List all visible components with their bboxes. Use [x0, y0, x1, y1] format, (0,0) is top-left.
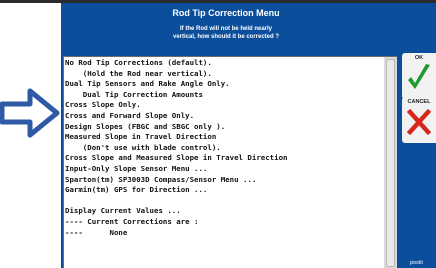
- menu-item-no-corrections[interactable]: No Rod Tip Corrections (default).: [65, 58, 383, 69]
- menu-item-slope-sensor-menu[interactable]: Input-Only Slope Sensor Menu ...: [65, 164, 383, 175]
- right-arrow-icon: [0, 88, 60, 138]
- menu-item-sparton-compass-menu[interactable]: Sparton(tm) SP3003D Compass/Sensor Menu …: [65, 175, 383, 186]
- current-corrections-value: ---- None: [65, 227, 128, 237]
- menu-item-hold-rod-note[interactable]: (Hold the Rod near vertical).: [65, 69, 383, 80]
- menu-item-design-slopes[interactable]: Design Slopes (FBGC and SBGC only ).: [65, 122, 383, 133]
- menu-item-cross-slope[interactable]: Cross Slope Only.: [65, 100, 383, 111]
- menu-item-blank: [65, 196, 383, 207]
- menu-item-blade-control-note[interactable]: (Don't use with blade control).: [65, 143, 383, 154]
- x-icon: [406, 108, 432, 136]
- dialog-title: Rod Tip Correction Menu: [172, 8, 280, 18]
- checkmark-icon: [408, 64, 430, 89]
- ok-button-label: OK: [414, 55, 424, 61]
- scrollbar-thumb[interactable]: [386, 59, 395, 267]
- prompt-line: If the Rod will not be held nearly: [179, 26, 272, 32]
- correction-options-list[interactable]: No Rod Tip Corrections (default). (Hold …: [63, 56, 397, 268]
- menu-item-garmin-gps[interactable]: Garmin(tm) GPS for Direction ...: [65, 185, 383, 196]
- menu-list: No Rod Tip Corrections (default). (Hold …: [65, 58, 383, 238]
- cancel-button-label: CANCEL: [407, 99, 431, 105]
- cancel-button[interactable]: CANCEL: [402, 97, 436, 143]
- screen: Rod Tip Correction Menu If the Rod will …: [0, 0, 436, 268]
- dialog-prompt: If the Rod will not be held nearly verti…: [61, 25, 391, 41]
- list-scrollbar[interactable]: [384, 57, 397, 268]
- prompt-line: vertical, how should it be corrected ?: [172, 34, 280, 40]
- menu-item-display-current-values[interactable]: Display Current Values ...: [65, 206, 383, 217]
- menu-item-cross-and-measured-slope[interactable]: Cross Slope and Measured Slope in Travel…: [65, 153, 383, 164]
- menu-item-cross-forward-slope[interactable]: Cross and Forward Slope Only.: [65, 111, 383, 122]
- menu-item-dual-tip-sensors[interactable]: Dual Tip Sensors and Rake Angle Only.: [65, 79, 383, 90]
- menu-item-measured-slope[interactable]: Measured Slope in Travel Direction: [65, 132, 383, 143]
- menu-item-dual-tip-amounts[interactable]: Dual Tip Correction Amounts: [65, 90, 383, 101]
- corner-status-text: positi: [410, 260, 423, 266]
- current-corrections-header: ---- Current Corrections are :: [65, 216, 199, 226]
- ok-button[interactable]: OK: [402, 53, 436, 99]
